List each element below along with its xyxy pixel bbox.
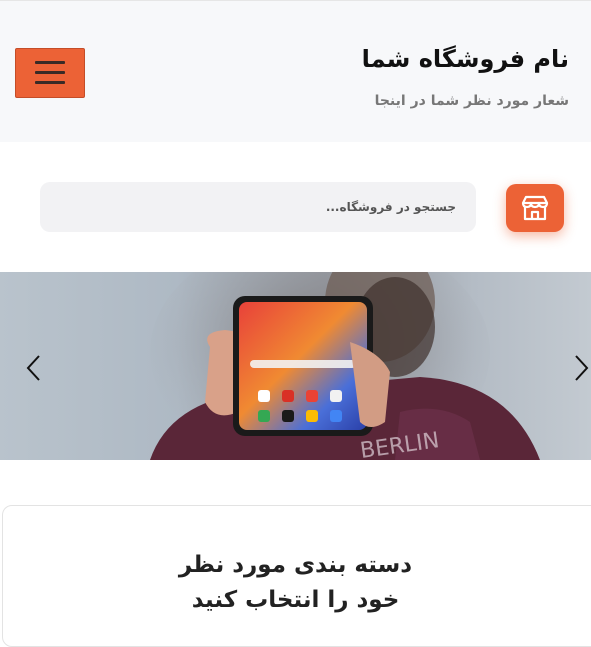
store-button[interactable] xyxy=(506,184,564,232)
store-slogan: شعار مورد نظر شما در اینجا xyxy=(374,93,569,109)
categories-title-line2: خود را انتخاب کنید xyxy=(191,587,400,613)
site-header: نام فروشگاه شما شعار مورد نظر شما در این… xyxy=(0,0,591,142)
chevron-left-icon[interactable] xyxy=(24,354,44,382)
chevron-right-icon[interactable] xyxy=(572,354,591,382)
categories-title-line1: دسته بندی مورد نظر xyxy=(178,552,413,578)
hero-slider: BERLIN xyxy=(0,272,591,460)
search-input[interactable] xyxy=(40,182,476,232)
store-icon xyxy=(521,195,549,221)
store-name[interactable]: نام فروشگاه شما xyxy=(362,45,569,73)
hero-image: BERLIN xyxy=(150,272,540,460)
categories-title: دسته بندی مورد نظر خود را انتخاب کنید xyxy=(0,548,591,618)
menu-button[interactable] xyxy=(15,48,85,98)
